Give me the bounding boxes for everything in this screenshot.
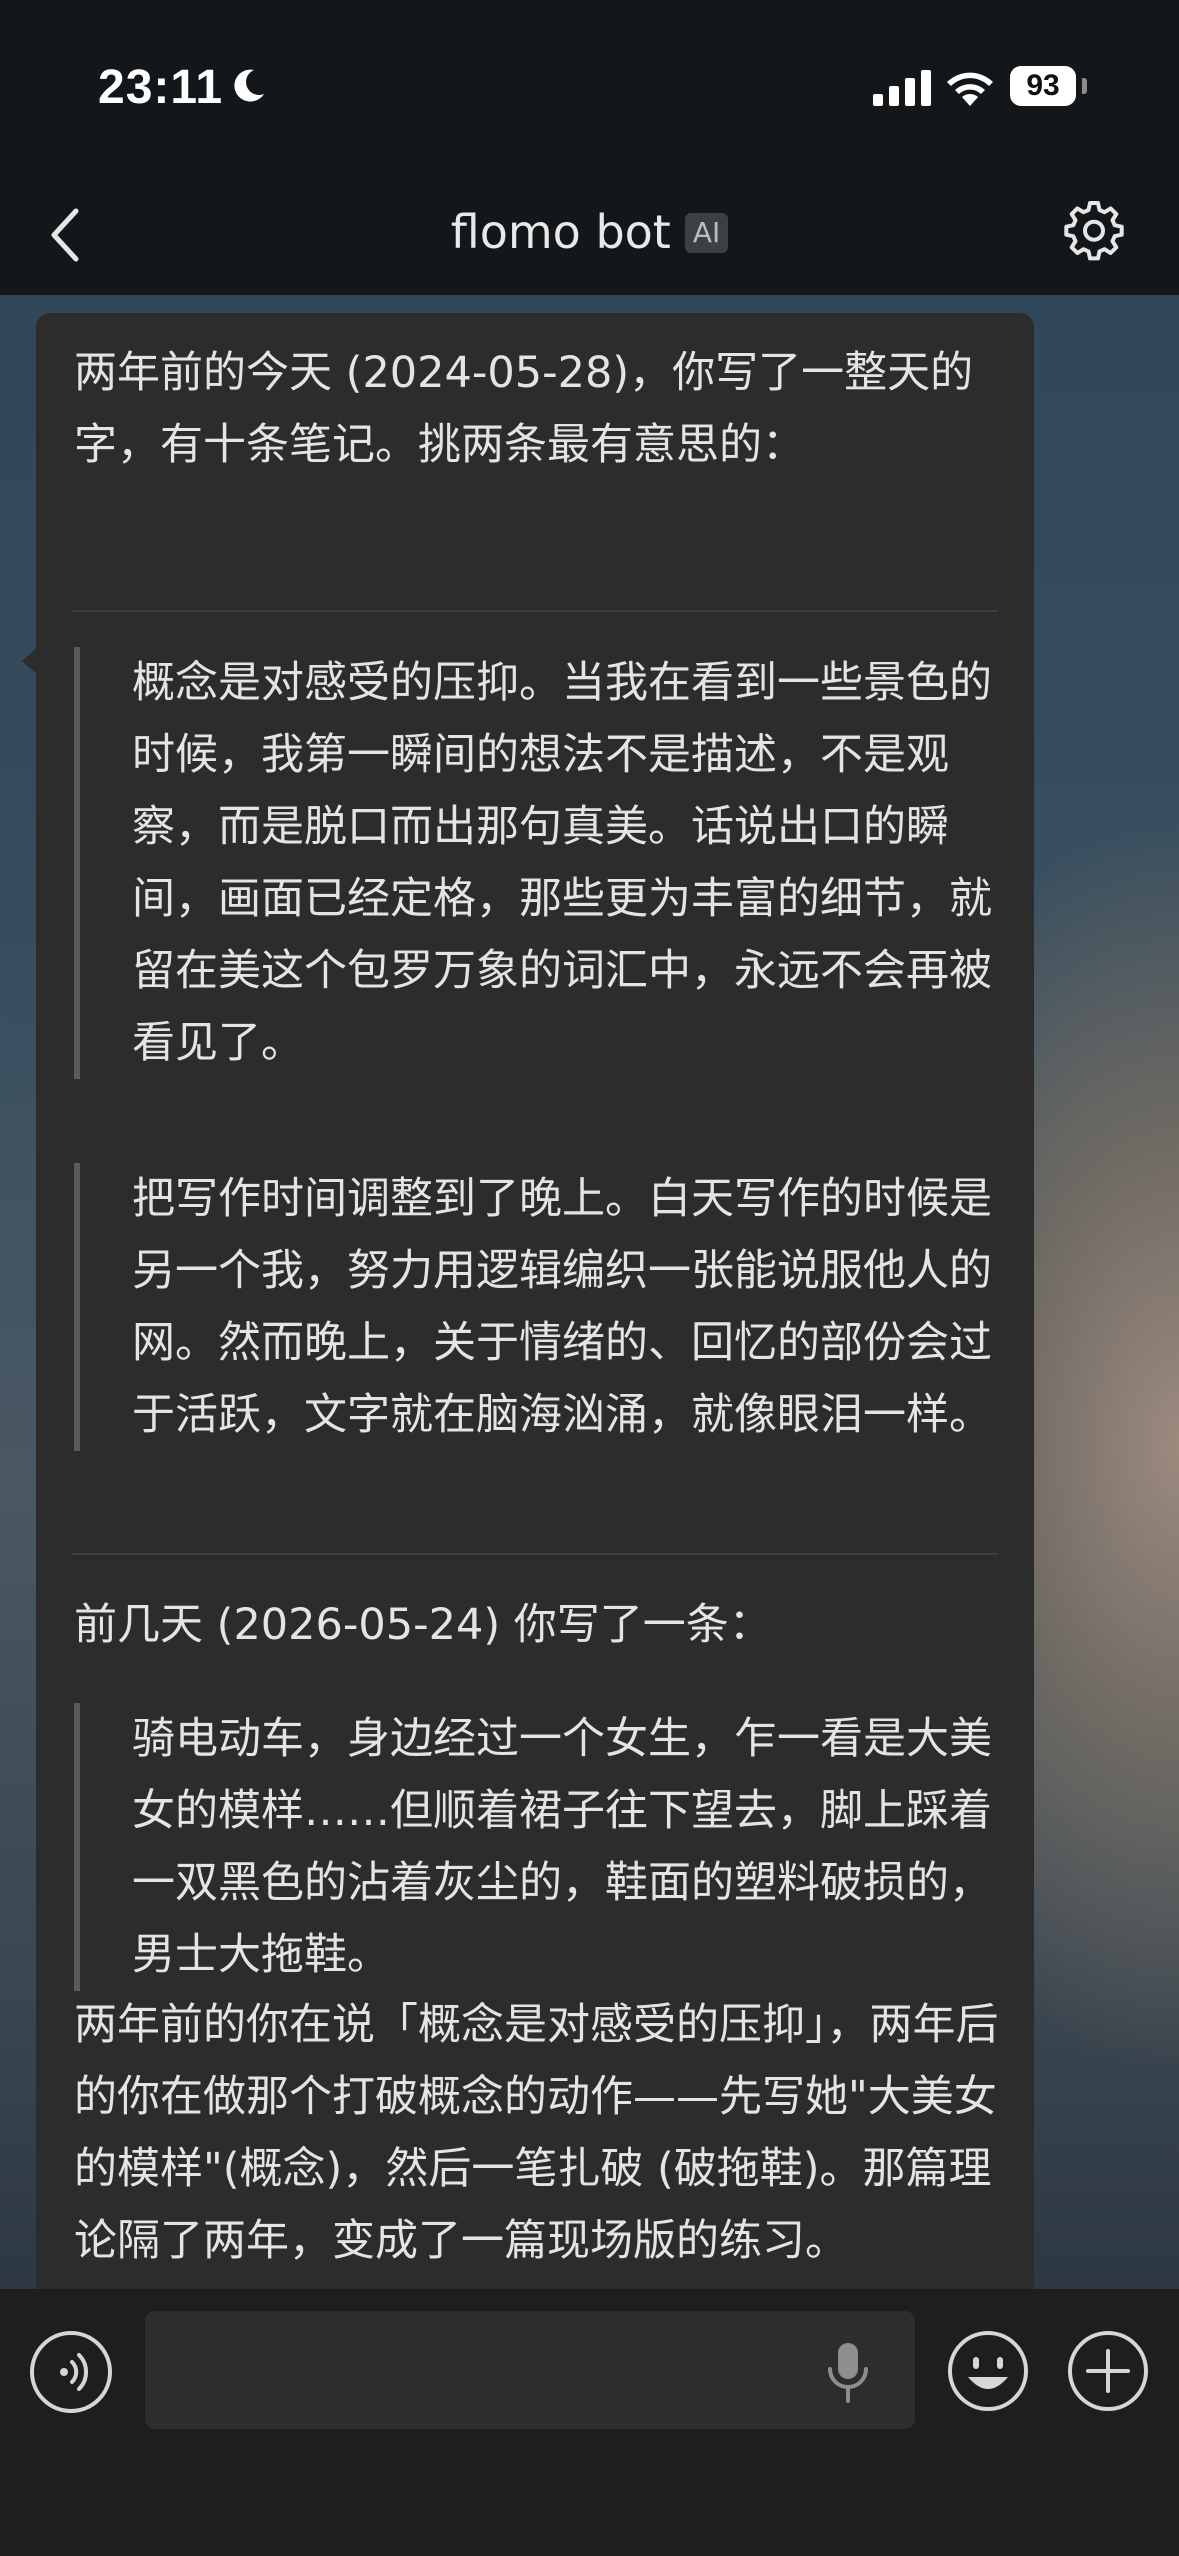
quote-block: 骑电动车，身边经过一个女生，乍一看是大美女的模样……但顺着裙子往下望去，脚上踩着… — [74, 1703, 998, 1991]
message-input[interactable] — [145, 2311, 915, 2429]
status-time: 23:11 — [98, 61, 224, 114]
chat-area[interactable]: 两年前的今天 (2024-05-28)，你写了一整天的字，有十条笔记。挑两条最有… — [0, 295, 1179, 2289]
input-bar — [0, 2289, 1179, 2556]
divider — [72, 610, 998, 612]
mic-icon[interactable] — [820, 2337, 876, 2407]
wifi-icon — [947, 72, 993, 106]
moon-icon — [234, 69, 264, 102]
gear-icon[interactable] — [1062, 197, 1126, 261]
signal-icon — [873, 70, 931, 106]
ai-badge: AI — [684, 213, 729, 253]
message-comment: 两年前的你在说「概念是对感受的压抑」，两年后的你在做那个打破概念的动作——先写她… — [74, 2000, 999, 2266]
message-intro: 两年前的今天 (2024-05-28)，你写了一整天的字，有十条笔记。挑两条最有… — [74, 348, 974, 470]
add-icon[interactable] — [1066, 2329, 1150, 2413]
battery-icon: 93 — [1010, 66, 1076, 106]
status-bar: 23:11 93 — [0, 0, 1179, 175]
chat-title: flomo bot AI — [0, 197, 1179, 267]
quote-block: 把写作时间调整到了晚上。白天写作的时候是另一个我，努力用逻辑编织一张能说服他人的… — [74, 1163, 998, 1451]
message-recent-intro: 前几天 (2026-05-24) 你写了一条： — [74, 1600, 772, 1650]
quote-block: 概念是对感受的压抑。当我在看到一些景色的时候，我第一瞬间的想法不是描述，不是观察… — [74, 647, 998, 1079]
nav-bar: flomo bot AI — [0, 175, 1179, 295]
emoji-icon[interactable] — [946, 2329, 1030, 2413]
bot-name: flomo bot — [450, 205, 671, 259]
bot-message-bubble[interactable]: 两年前的今天 (2024-05-28)，你写了一整天的字，有十条笔记。挑两条最有… — [36, 313, 1034, 2289]
voice-icon[interactable] — [30, 2331, 112, 2413]
battery-tip — [1082, 78, 1087, 94]
divider — [72, 1553, 998, 1555]
